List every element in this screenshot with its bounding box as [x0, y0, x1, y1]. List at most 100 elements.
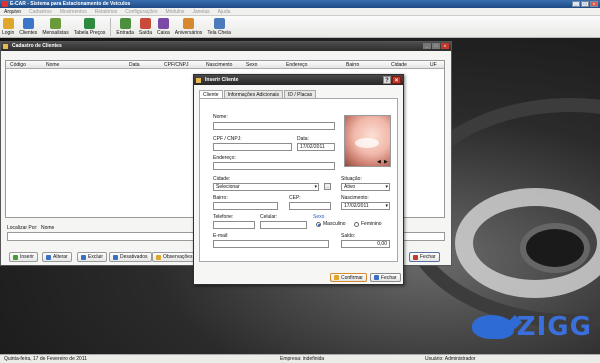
sexo-masculino-radio[interactable]: Masculino	[316, 221, 346, 227]
column-nome[interactable]: Nome	[46, 62, 59, 68]
photo-prev-icon[interactable]: ◀	[377, 159, 381, 165]
cashier-icon	[157, 18, 169, 29]
help-button[interactable]: ?	[383, 76, 391, 84]
toolbar-caixa-button[interactable]: Caixa	[157, 18, 170, 37]
status-user: Usuário: Administrador	[425, 356, 476, 362]
saldo-label: Saldo:	[341, 233, 356, 239]
inserir-cliente-dialog: Inserir Cliente ? × Cliente Informações …	[193, 74, 404, 285]
menu-relatorios[interactable]: Relatórios	[91, 8, 122, 15]
cpf-input[interactable]	[213, 143, 292, 151]
tab-informacoes-adicionais[interactable]: Informações Adicionais	[223, 90, 283, 98]
menu-arquivo[interactable]: Arquivo	[0, 8, 25, 15]
notes-icon	[156, 254, 161, 260]
cidade-select[interactable]: Selecionar	[213, 183, 319, 191]
tab-id-placas[interactable]: ID / Placas	[284, 90, 317, 98]
filter-field[interactable]: Nome	[41, 225, 54, 231]
toolbar-tabela-precos-button[interactable]: Tabela Preços	[74, 18, 105, 37]
client-photo[interactable]: ◀ ▶	[344, 115, 391, 167]
delete-icon	[81, 254, 86, 260]
data-label: Data:	[297, 136, 309, 142]
minimize-button[interactable]: _	[572, 1, 580, 7]
alterar-button[interactable]: Alterar	[42, 252, 72, 262]
close-button[interactable]: ×	[590, 1, 598, 7]
menu-configuracoes[interactable]: Configurações	[121, 8, 161, 15]
column-endereco[interactable]: Endereço	[286, 62, 307, 68]
cadastro-maximize-button[interactable]: □	[432, 43, 440, 49]
cidade-lookup-button[interactable]: ...	[324, 183, 331, 190]
column-cpf-cnpj[interactable]: CPF/CNPJ	[164, 62, 188, 68]
email-label: E-mail:	[213, 233, 229, 239]
confirmar-button[interactable]: Confirmar	[330, 273, 367, 282]
celular-input[interactable]	[260, 221, 307, 229]
menu-ajuda[interactable]: Ajuda	[214, 8, 235, 15]
cep-label: CEP:	[289, 195, 301, 201]
tab-cliente[interactable]: Cliente	[199, 90, 223, 98]
observacoes-button[interactable]: Observações	[152, 252, 197, 262]
statusbar: Quinta-feira, 17 de Fevereiro de 2011 Em…	[0, 354, 600, 363]
radio-selected-icon	[316, 221, 321, 227]
column-data[interactable]: Data	[129, 62, 140, 68]
monthly-icon	[50, 18, 62, 29]
dialog-fechar-button[interactable]: Fechar	[370, 273, 401, 282]
inserir-button[interactable]: Inserir	[9, 252, 38, 262]
sexo-label: Sexo	[313, 214, 325, 220]
price-table-icon	[84, 18, 96, 29]
toolbar-separator	[110, 17, 112, 36]
sexo-feminino-radio[interactable]: Feminino	[354, 221, 382, 227]
dialog-close-button[interactable]: ×	[392, 76, 401, 84]
column-bairro[interactable]: Bairro	[346, 62, 359, 68]
photo-highlight	[355, 138, 379, 148]
insert-icon	[13, 254, 18, 260]
bairro-input[interactable]	[213, 202, 278, 210]
nome-input[interactable]	[213, 122, 335, 130]
app-title-bar: E-CAR - Sistema para Estacionamento de V…	[0, 0, 600, 8]
maximize-button[interactable]: □	[581, 1, 589, 7]
cadastro-title: Cadastro de Clientes	[12, 43, 62, 49]
telefone-input[interactable]	[213, 221, 255, 229]
app-logo-icon	[2, 1, 8, 7]
data-input[interactable]: 17/02/2011	[297, 143, 335, 151]
desativados-button[interactable]: Desativados	[109, 252, 152, 262]
telefone-label: Telefone:	[213, 214, 234, 220]
cadastro-window-controls: _ □ ×	[423, 43, 449, 49]
menu-cadastros[interactable]: Cadastros	[25, 8, 56, 15]
column-nascimento[interactable]: Nascimento	[206, 62, 232, 68]
nascimento-label: Nascimento:	[341, 195, 369, 201]
window-icon	[3, 44, 8, 49]
toolbar-mensalistas-button[interactable]: Mensalistas	[42, 18, 69, 37]
photo-next-icon[interactable]: ▶	[384, 159, 388, 165]
menu-movimentos[interactable]: Movimentos	[56, 8, 91, 15]
toolbar-aniversarios-button[interactable]: Aniversários	[175, 18, 202, 37]
toolbar-saida-button[interactable]: Saída	[139, 18, 152, 37]
email-input[interactable]	[213, 240, 329, 248]
toolbar-entrada-button[interactable]: Entrada	[116, 18, 134, 37]
dialog-title-bar: Inserir Cliente ? ×	[194, 75, 403, 85]
saldo-input[interactable]: 0,00	[341, 240, 390, 248]
toolbar-login-button[interactable]: Login	[2, 18, 14, 37]
column-codigo[interactable]: Código	[10, 62, 26, 68]
column-sexo[interactable]: Sexo	[246, 62, 257, 68]
whale-logo-icon	[471, 315, 514, 339]
celular-label: Celular:	[260, 214, 278, 220]
column-cidade[interactable]: Cidade	[391, 62, 407, 68]
column-uf[interactable]: UF	[430, 62, 437, 68]
excluir-button[interactable]: Excluir	[77, 252, 108, 262]
watermark-logo: ZIGG	[471, 312, 592, 342]
cadastro-fechar-button[interactable]: Fechar	[409, 252, 440, 262]
window-icon	[196, 78, 201, 83]
endereco-input[interactable]	[213, 162, 335, 170]
menu-modulos[interactable]: Módulos	[161, 8, 188, 15]
cadastro-close-button[interactable]: ×	[441, 43, 449, 49]
cep-input[interactable]	[289, 202, 331, 210]
status-date: Quinta-feira, 17 de Fevereiro de 2011	[4, 356, 88, 362]
confirm-icon	[334, 275, 339, 280]
cidade-label: Cidade:	[213, 176, 231, 182]
toolbar-tela-cheia-button[interactable]: Tela Cheia	[207, 18, 231, 37]
toolbar-clientes-button[interactable]: Clientes	[19, 18, 37, 37]
cadastro-minimize-button[interactable]: _	[423, 43, 431, 49]
close-door-icon	[413, 254, 418, 260]
clients-icon	[22, 18, 34, 29]
menu-janelas[interactable]: Janelas	[188, 8, 213, 15]
situacao-select[interactable]: Ativo	[341, 183, 390, 191]
nascimento-input[interactable]: 17/02/2011	[341, 202, 390, 210]
